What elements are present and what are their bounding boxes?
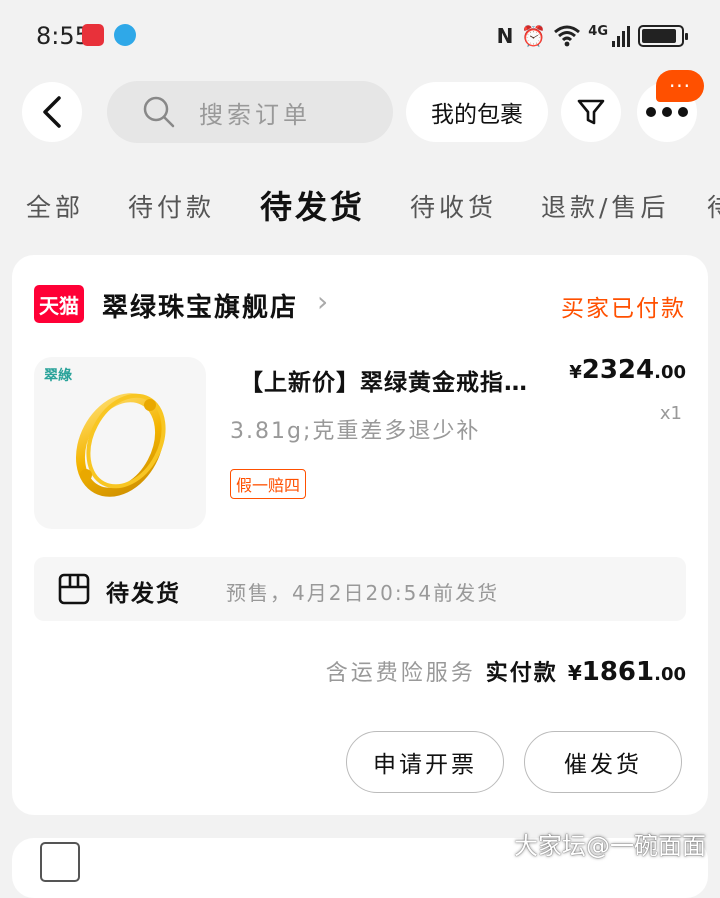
product-quantity: x1 — [659, 403, 682, 424]
product-guarantee-tag: 假一赔四 — [230, 469, 307, 499]
gold-ring-image — [75, 393, 166, 497]
tab-pending-payment[interactable]: 待付款 — [128, 188, 215, 224]
total-paid-amount: ¥1861.00 — [567, 657, 686, 687]
product-price: ¥2324.00 — [569, 355, 686, 385]
filter-button[interactable] — [561, 82, 621, 142]
chevron-left-icon — [43, 96, 61, 128]
product-image[interactable]: 翠綠 — [34, 357, 206, 529]
order-card[interactable]: 天猫 翠绿珠宝旗舰店 › 买家已付款 翠綠 【上新价】翠绿黄金戒指… 3.81g… — [12, 255, 708, 815]
order-total-row: 含运费险服务 实付款 ¥1861.00 — [326, 655, 686, 695]
tab-pending-shipment[interactable]: 待发货 — [260, 182, 365, 228]
product-sku: 3.81g;克重差多退少补 — [230, 419, 481, 444]
tmall-logo: 天猫 — [34, 285, 84, 323]
search-icon — [143, 96, 175, 128]
urge-shipment-button[interactable]: 催发货 — [524, 731, 682, 793]
battery-icon — [638, 25, 688, 47]
store-icon — [40, 842, 80, 882]
status-icons: N ⏰ 4G — [496, 20, 688, 52]
message-badge[interactable]: ··· — [656, 70, 704, 102]
watermark: 大家坛@一碗面面 — [514, 832, 706, 860]
product-title[interactable]: 【上新价】翠绿黄金戒指… — [240, 363, 560, 397]
shipping-status-description: 预售，4月2日20:54前发货 — [226, 581, 500, 605]
nfc-icon: N — [496, 24, 514, 48]
search-input[interactable]: 搜索订单 — [107, 81, 393, 143]
my-packages-button[interactable]: 我的包裹 — [406, 82, 548, 142]
back-button[interactable] — [22, 82, 82, 142]
order-tabs: 全部 待付款 待发货 待收货 退款/售后 待 — [0, 180, 720, 230]
signal-strength-icon — [612, 25, 630, 47]
video-app-notification-icon — [82, 24, 104, 46]
chevron-right-icon[interactable]: › — [317, 285, 328, 318]
more-dots-icon — [646, 107, 688, 117]
filter-icon — [577, 99, 605, 125]
browser-notification-icon — [114, 24, 136, 46]
total-paid-label: 实付款 — [485, 661, 558, 686]
search-placeholder: 搜索订单 — [199, 100, 311, 129]
tab-pending-receipt[interactable]: 待收货 — [410, 188, 497, 224]
alarm-icon: ⏰ — [521, 24, 547, 48]
wifi-icon — [554, 25, 581, 47]
store-name[interactable]: 翠绿珠宝旗舰店 — [102, 287, 298, 324]
order-status: 买家已付款 — [561, 296, 686, 322]
shipping-insurance-note: 含运费险服务 — [325, 661, 476, 686]
shipping-status-label: 待发货 — [106, 581, 181, 607]
package-box-icon — [58, 573, 90, 605]
tab-pending-review[interactable]: 待 — [707, 188, 720, 224]
network-type-label: 4G — [588, 23, 608, 39]
tab-refund-aftersale[interactable]: 退款/售后 — [541, 188, 669, 224]
shipping-status-row[interactable]: 待发货 预售，4月2日20:54前发货 — [34, 557, 686, 621]
status-bar: 8:55 N ⏰ 4G — [0, 0, 720, 70]
tab-all[interactable]: 全部 — [26, 188, 84, 224]
request-invoice-button[interactable]: 申请开票 — [346, 731, 504, 793]
